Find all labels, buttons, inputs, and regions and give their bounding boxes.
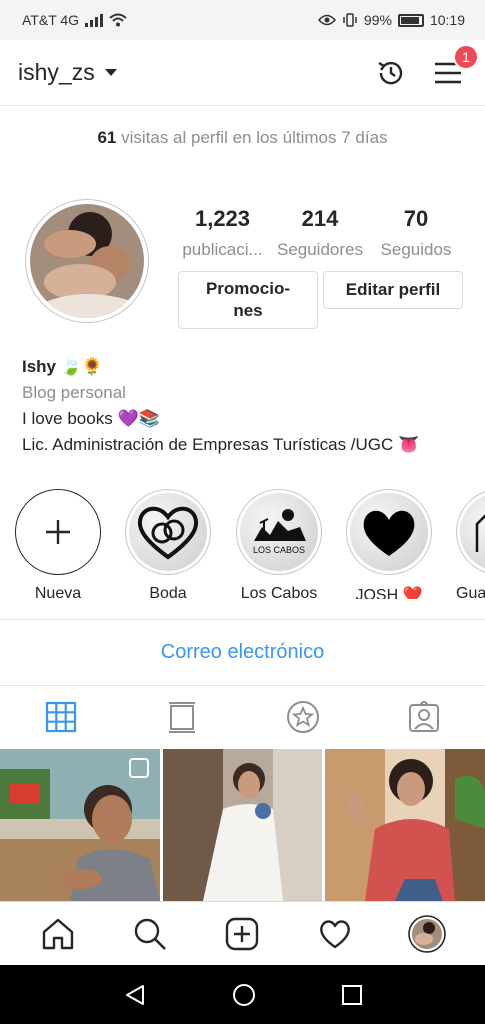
visits-count: 61 xyxy=(97,128,117,147)
heart-rings-icon xyxy=(137,506,199,560)
profile-photo xyxy=(30,204,144,318)
status-bar: AT&T 4G 99% 10:19 xyxy=(0,0,485,40)
battery-percent: 99% xyxy=(363,12,392,28)
chevron-down-icon xyxy=(104,69,117,76)
bio-line-1: I love books 💜📚 xyxy=(22,409,160,428)
following-stat[interactable]: 70 Seguidos xyxy=(370,206,462,260)
edit-profile-button[interactable]: Editar perfil xyxy=(323,271,463,309)
nav-activity[interactable] xyxy=(311,910,359,958)
posts-count: 1,223 xyxy=(194,206,251,231)
highlight-label: Gua xyxy=(456,585,485,599)
profile-header: ishy_zs 1 xyxy=(0,40,485,106)
menu-button[interactable]: 1 xyxy=(433,43,479,88)
tab-igtv[interactable] xyxy=(121,686,242,748)
notification-badge: 1 xyxy=(453,43,479,70)
bottom-navigation xyxy=(0,901,485,965)
nav-home[interactable] xyxy=(34,910,82,958)
highlight-new[interactable]: Nueva xyxy=(15,489,101,599)
visits-text: visitas al perfil en los últimos 7 días xyxy=(121,128,388,147)
bio-line-2: Lic. Administración de Empresas Turístic… xyxy=(22,435,420,454)
followers-count: 214 xyxy=(301,206,339,231)
tab-saved[interactable] xyxy=(243,686,364,748)
highlight-boda[interactable]: Boda xyxy=(125,489,211,599)
building-icon xyxy=(475,514,485,552)
igtv-icon xyxy=(168,702,195,733)
plus-icon xyxy=(46,520,70,544)
system-navigation-bar xyxy=(0,965,485,1024)
los-cabos-badge-text: LOS CABOS xyxy=(253,545,305,555)
highlight-label: JOSH ❤️ xyxy=(355,587,423,599)
following-label: Seguidos xyxy=(380,240,452,259)
tagged-icon xyxy=(409,701,440,732)
email-contact-button[interactable]: Correo electrónico xyxy=(0,620,485,684)
battery-icon xyxy=(397,13,424,27)
beach-icon: LOS CABOS xyxy=(253,509,306,555)
grid-icon xyxy=(45,701,76,733)
posts-grid xyxy=(0,749,485,901)
home-circle-icon[interactable] xyxy=(232,983,256,1007)
profile-avatar xyxy=(408,914,446,953)
new-post-icon xyxy=(226,917,259,950)
profile-bio: Ishy 🍃🌻 Blog personal I love books 💜📚 Li… xyxy=(22,354,472,458)
profile-visits-banner[interactable]: 61 visitas al perfil en los últimos 7 dí… xyxy=(0,128,485,148)
promotions-button[interactable]: Promocio- nes xyxy=(178,271,318,329)
heart-icon xyxy=(319,919,350,948)
wifi-icon xyxy=(109,13,127,27)
highlight-label: Boda xyxy=(149,585,187,599)
back-icon[interactable] xyxy=(123,983,147,1007)
highlight-gua[interactable]: Gua xyxy=(456,489,485,599)
highlight-josh[interactable]: JOSH ❤️ xyxy=(346,489,432,599)
profile-avatar-large[interactable] xyxy=(25,199,149,323)
highlight-label: Nueva xyxy=(34,585,82,599)
category-label: Blog personal xyxy=(22,383,126,402)
vibrate-icon xyxy=(343,13,357,27)
followers-label: Seguidores xyxy=(276,240,363,259)
carrier-label: AT&T 4G xyxy=(22,12,80,28)
highlight-label: Los Cabos xyxy=(240,585,318,599)
nav-profile[interactable] xyxy=(403,910,451,958)
highlight-los-cabos[interactable]: LOS CABOS Los Cabos xyxy=(236,489,322,599)
recents-icon[interactable] xyxy=(341,984,363,1006)
activity-history-icon[interactable] xyxy=(375,57,407,89)
followers-stat[interactable]: 214 Seguidores xyxy=(272,206,368,260)
eye-icon xyxy=(317,14,336,26)
search-icon xyxy=(135,918,167,950)
following-count: 70 xyxy=(403,206,429,231)
tab-grid[interactable] xyxy=(0,686,121,748)
nav-new-post[interactable] xyxy=(218,910,266,958)
home-icon xyxy=(42,918,74,949)
post-thumbnail[interactable] xyxy=(0,749,160,901)
post-thumbnail[interactable] xyxy=(325,749,485,901)
story-highlights[interactable]: Nueva Boda LOS CABOS Los Cabos JOSH ❤️ G… xyxy=(0,489,485,599)
display-name: Ishy 🍃🌻 xyxy=(22,357,104,376)
posts-label: publicaci... xyxy=(182,240,263,259)
nav-search[interactable] xyxy=(126,910,174,958)
heart-icon xyxy=(363,510,415,556)
profile-tabs xyxy=(0,686,485,748)
signal-icon xyxy=(85,13,104,27)
saved-star-icon xyxy=(287,701,320,733)
account-switcher[interactable]: ishy_zs xyxy=(18,59,117,86)
username-label: ishy_zs xyxy=(18,59,95,85)
post-thumbnail[interactable] xyxy=(162,749,323,901)
posts-stat[interactable]: 1,223 publicaci... xyxy=(175,206,270,260)
tab-tagged[interactable] xyxy=(364,686,485,748)
clock: 10:19 xyxy=(429,12,465,28)
